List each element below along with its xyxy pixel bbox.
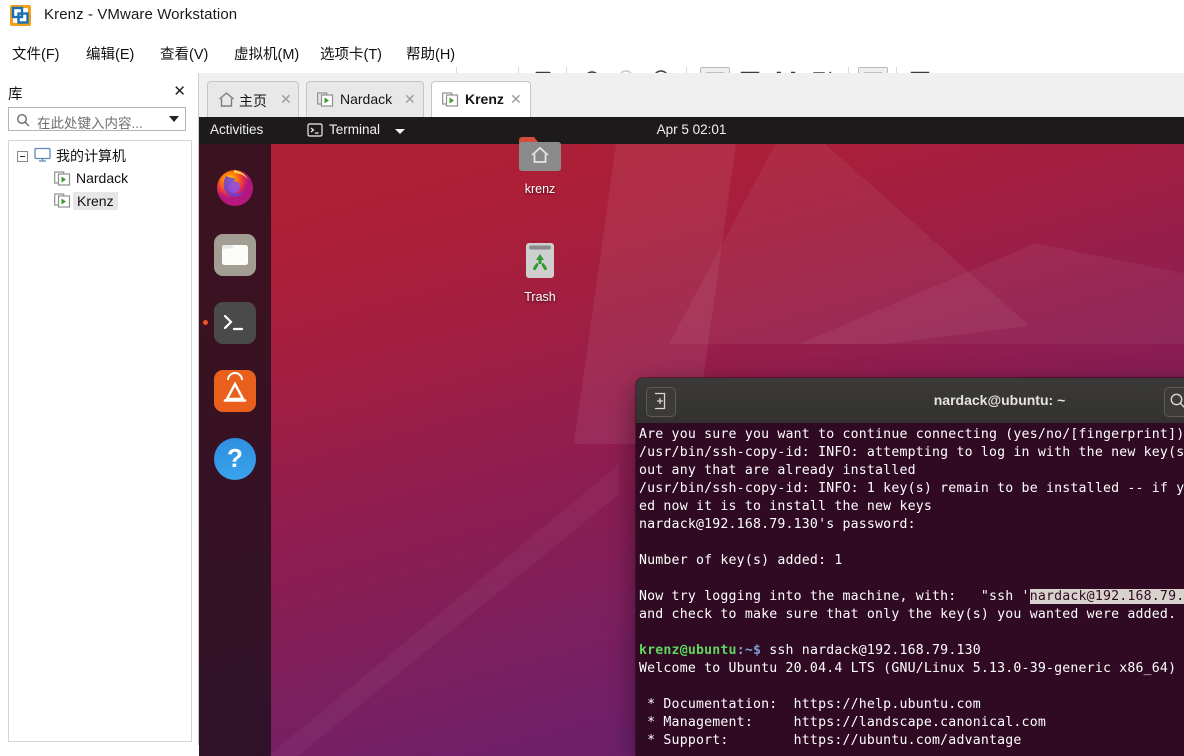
terminal-line-pre: Now try logging into the machine, with: … [639,589,1030,604]
terminal-titlebar: nardack@ubuntu: ~ [636,378,1184,424]
vm-icon [54,171,71,192]
terminal-title: nardack@ubuntu: ~ [933,392,1066,408]
library-title: 库 [8,87,23,103]
terminal-line: /usr/bin/ssh-copy-id: INFO: attempting t… [639,445,1184,460]
dock-item-ubuntu-software[interactable] [214,370,256,412]
library-close-icon[interactable]: ✕ [173,82,186,100]
tab-home-label: 主页 [239,93,267,109]
terminal-line: out any that are already installed [639,463,916,478]
dock-item-firefox[interactable] [214,166,256,208]
terminal-window[interactable]: nardack@ubuntu: ~ Are you sure you want … [636,378,1184,756]
home-icon [218,91,235,113]
terminal-search-button[interactable] [1164,387,1184,417]
dock-item-terminal[interactable] [214,302,256,344]
tab-home-close-icon[interactable]: ✕ [280,91,292,108]
terminal-line: /usr/bin/ssh-copy-id: INFO: 1 key(s) rem… [639,481,1184,496]
dock-item-help[interactable]: ? [214,438,256,480]
tab-nardack-label: Nardack [340,91,393,107]
tab-krenz[interactable]: Krenz ✕ [431,81,531,117]
terminal-output[interactable]: Are you sure you want to continue connec… [636,423,1184,756]
desktop-icon-krenz[interactable]: krenz [505,133,575,196]
menu-tabs[interactable]: 选项卡(T) [320,43,382,64]
tab-home[interactable]: 主页 ✕ [207,81,299,117]
terminal-selection: nardack@192.168.79.130 [1029,589,1184,604]
menu-vm[interactable]: 虚拟机(M) [234,43,299,64]
guest-screen[interactable]: Activities Terminal Apr 5 02:01 ? krenz … [199,117,1184,756]
prompt-user: krenz@ubuntu [639,643,737,658]
page-title: Krenz - VMware Workstation [44,6,238,23]
tree-expander[interactable] [17,151,28,162]
terminal-line-highlighted: Now try logging into the machine, with: … [639,589,1184,604]
vm-icon [442,92,459,113]
menu-toolbar: 文件(F) 编辑(E) 查看(V) 虚拟机(M) 选项卡(T) 帮助(H) [0,31,1184,95]
library-bottom-strip [0,745,199,756]
tab-krenz-label: Krenz [465,91,504,107]
vm-icon [54,193,71,214]
gnome-top-bar: Activities Terminal Apr 5 02:01 [199,117,1184,144]
search-icon [16,113,30,132]
terminal-line: nardack@192.168.79.130's password: [639,517,916,532]
search-placeholder: 在此处键入内容... [37,116,143,131]
window-titlebar: Krenz - VMware Workstation [0,0,1184,31]
vm-icon [317,92,334,113]
library-tree: 我的计算机 Nardack Krenz [8,140,192,742]
terminal-line: * Support: https://ubuntu.com/advantage [639,733,1022,748]
sidebar-item-nardack[interactable]: Nardack [76,170,128,186]
clock[interactable]: Apr 5 02:01 [199,122,1184,137]
desktop-icon-trash[interactable]: Trash [505,239,575,304]
prompt-command: ssh nardack@192.168.79.130 [761,643,981,658]
desktop-icon-trash-label: Trash [524,290,556,304]
my-computer-icon [34,147,51,168]
terminal-line: * Documentation: https://help.ubuntu.com [639,697,981,712]
menu-view[interactable]: 查看(V) [160,43,208,64]
tab-nardack-close-icon[interactable]: ✕ [404,91,416,108]
tab-nardack[interactable]: Nardack ✕ [306,81,424,117]
home-folder-icon [505,133,575,178]
help-icon: ? [227,443,243,473]
dock-running-indicator [203,320,208,325]
menu-help[interactable]: 帮助(H) [406,43,455,64]
prompt-path: :~$ [736,643,762,658]
dock-item-files[interactable] [214,234,256,276]
terminal-line: and check to make sure that only the key… [639,607,1177,622]
vmware-icon [9,4,32,27]
desktop-icon-krenz-label: krenz [524,182,556,196]
terminal-line: Welcome to Ubuntu 20.04.4 LTS (GNU/Linux… [639,661,1177,676]
tab-krenz-close-icon[interactable]: ✕ [510,91,522,108]
menu-edit[interactable]: 编辑(E) [86,43,134,64]
trash-icon [505,239,575,286]
tree-root-label[interactable]: 我的计算机 [56,146,126,166]
menu-file[interactable]: 文件(F) [12,43,60,64]
search-input[interactable]: 在此处键入内容... [8,107,186,131]
terminal-line: Are you sure you want to continue connec… [639,427,1184,442]
ubuntu-dock: ? [199,144,271,756]
terminal-line: * Management: https://landscape.canonica… [639,715,1046,730]
terminal-line: ed now it is to install the new keys [639,499,933,514]
terminal-line-prompt: krenz@ubuntu:~$ ssh nardack@192.168.79.1… [639,643,981,658]
terminal-line: Number of key(s) added: 1 [639,553,843,568]
sidebar-item-krenz[interactable]: Krenz [73,192,118,210]
chevron-down-icon[interactable] [169,116,179,122]
library-panel: 库 ✕ 在此处键入内容... 我的计算机 Nardack Krenz [0,73,199,756]
vmware-workstation-window: Krenz - VMware Workstation 文件(F) 编辑(E) 查… [0,0,1184,756]
tab-strip: 主页 ✕ Nardack ✕ Krenz ✕ [199,73,1184,117]
